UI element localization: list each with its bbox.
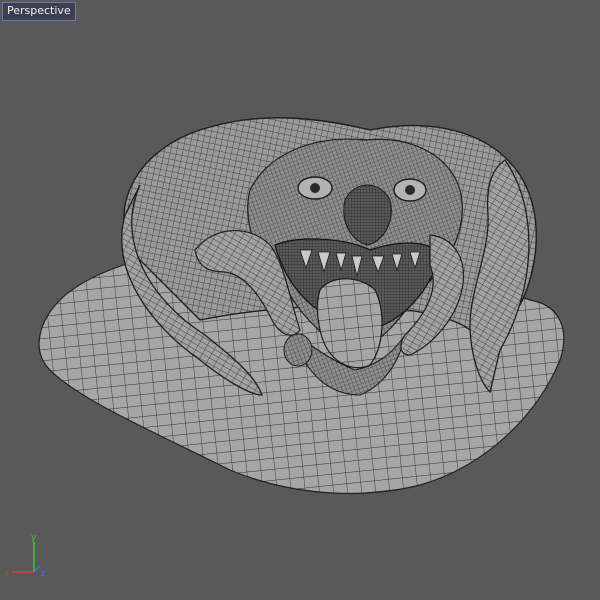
z-axis-line	[33, 565, 41, 573]
z-axis-label: z	[41, 569, 46, 579]
y-axis-label: y	[31, 533, 37, 543]
left-ear-coil	[283, 333, 313, 367]
mesh-scene[interactable]	[0, 0, 600, 600]
perspective-viewport[interactable]: Perspective y z x	[0, 0, 600, 600]
left-pupil	[310, 183, 320, 193]
viewport-label[interactable]: Perspective	[2, 2, 76, 21]
axis-gizmo: y z x	[4, 533, 46, 579]
x-axis-label: x	[4, 569, 10, 579]
right-pupil	[405, 185, 415, 195]
